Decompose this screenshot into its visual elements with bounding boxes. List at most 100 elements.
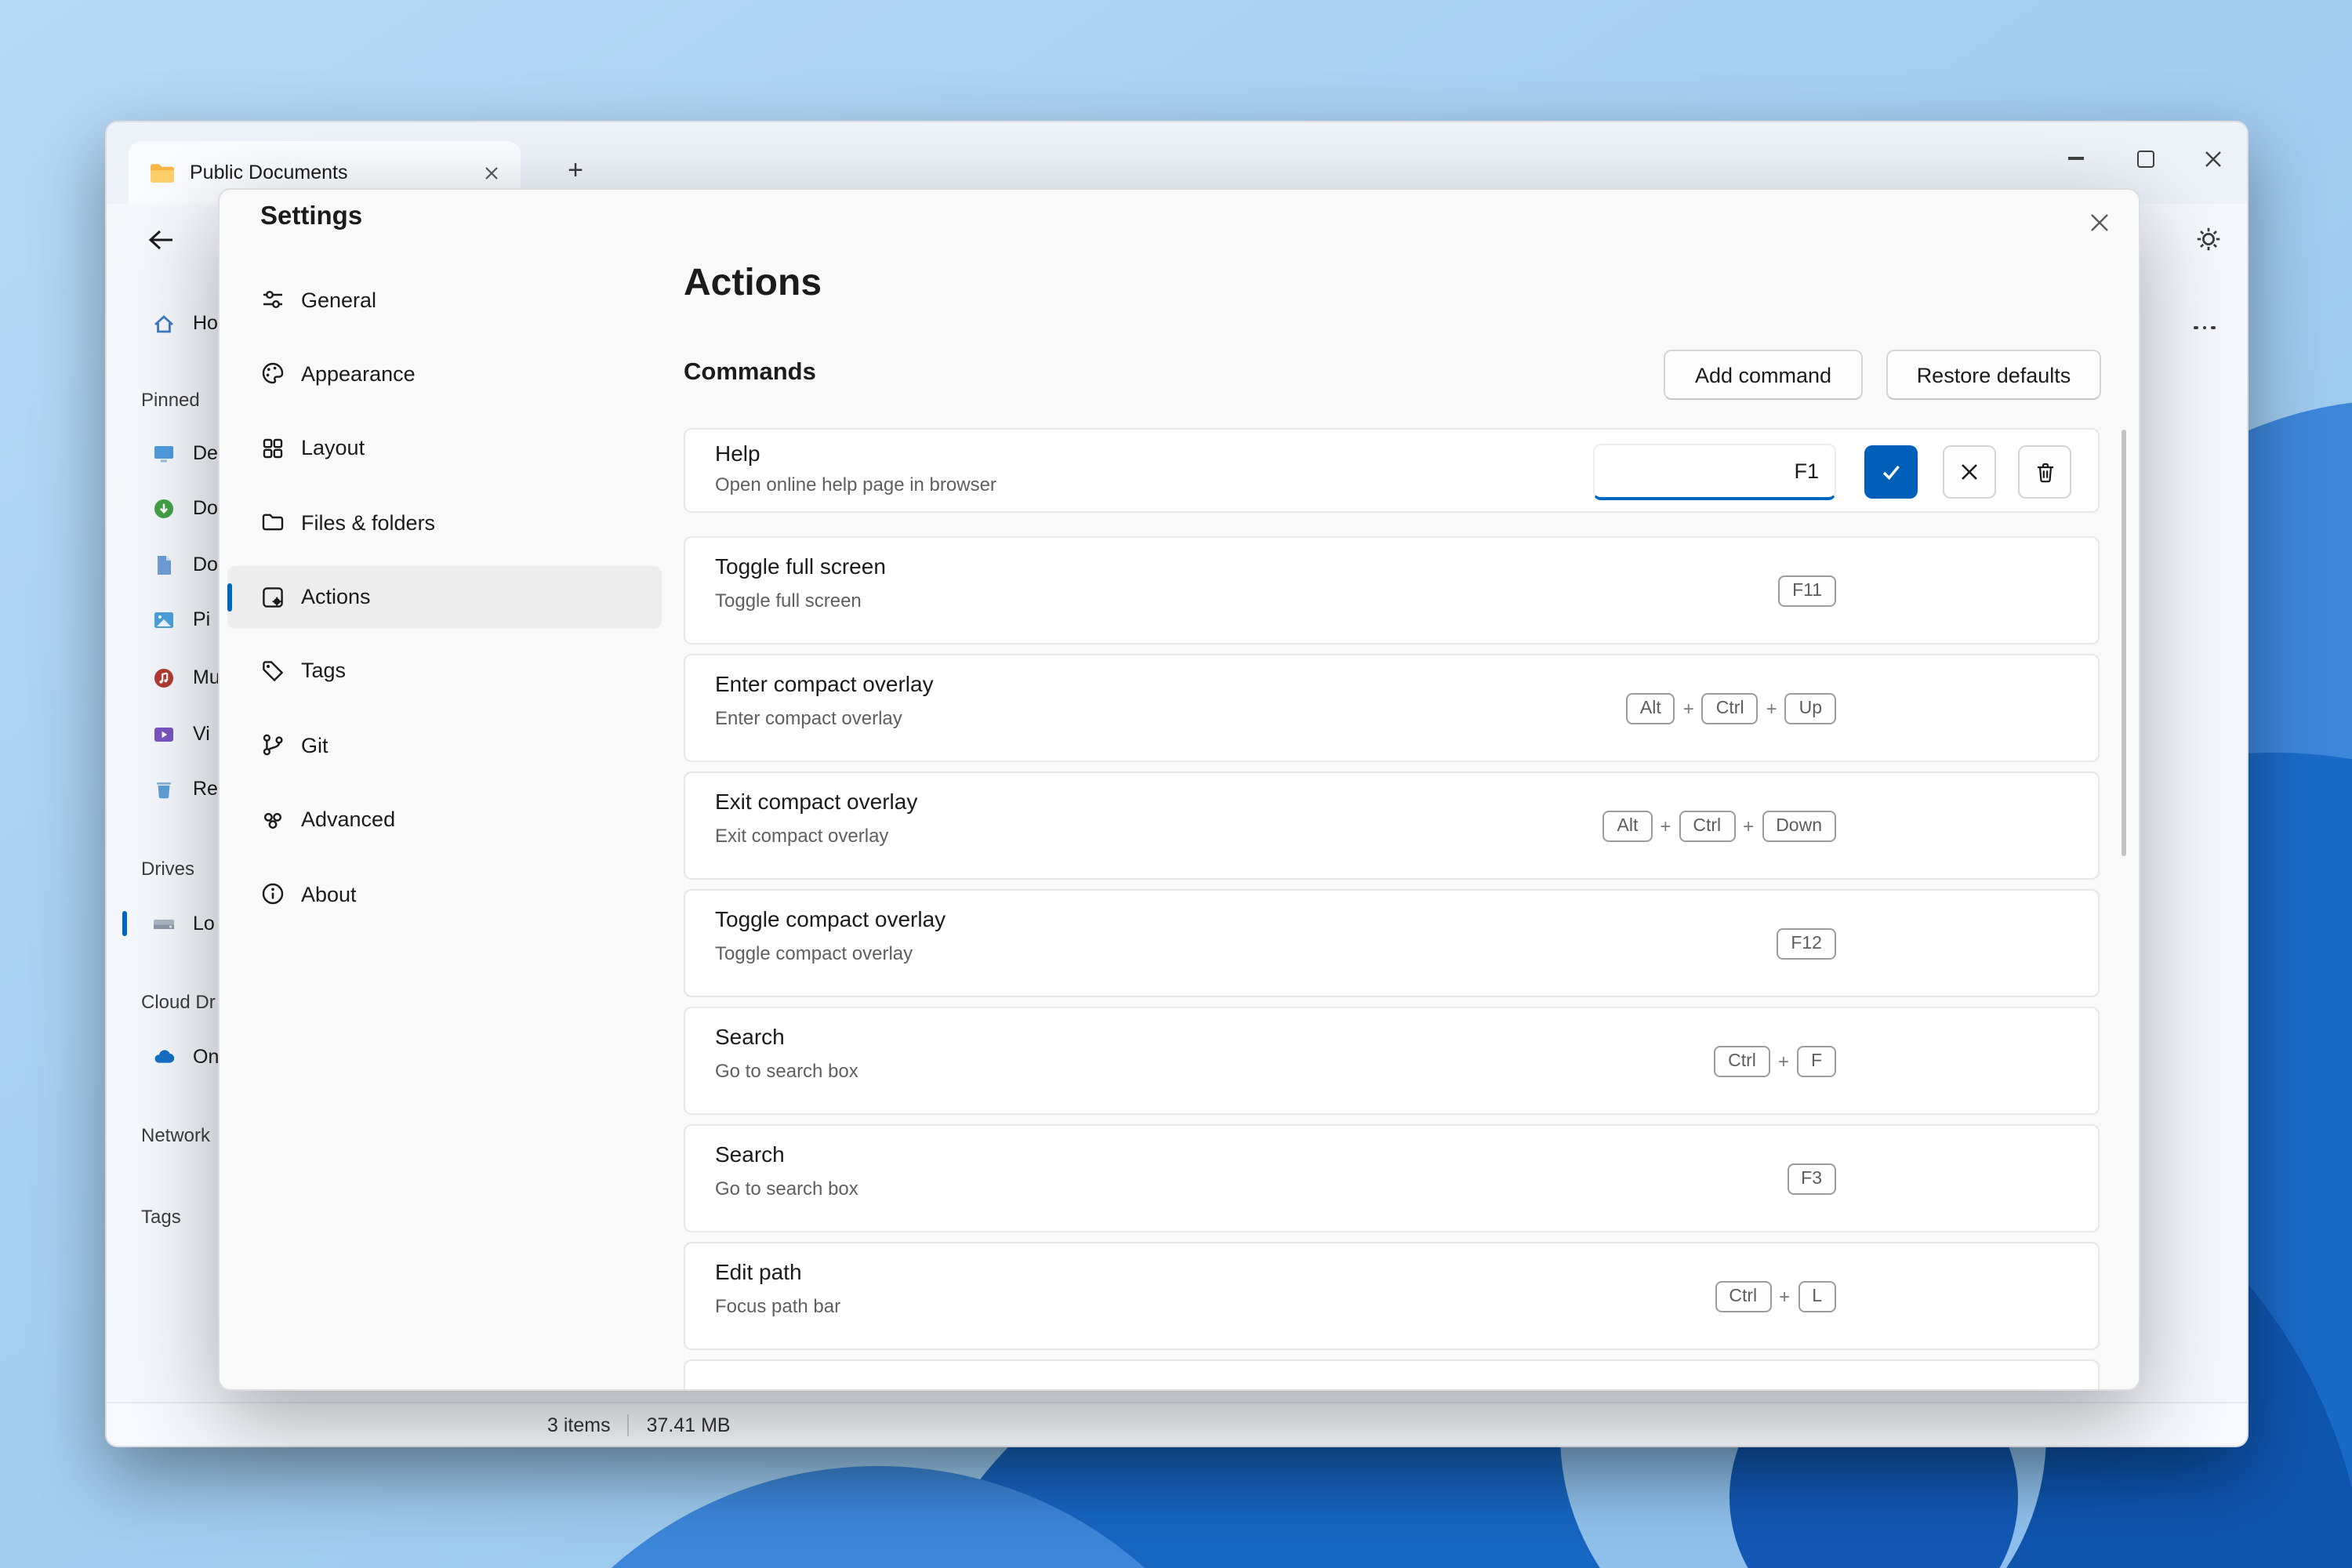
minimize-icon	[2068, 157, 2084, 160]
plus-separator: +	[1660, 815, 1671, 837]
command-keys: Alt + Ctrl + Up	[1625, 655, 1836, 760]
checkmark-icon	[1882, 465, 1900, 481]
status-bar: 3 items 37.41 MB	[107, 1402, 2247, 1446]
settings-gear-button[interactable]	[2186, 218, 2230, 259]
desktop-icon	[154, 445, 173, 462]
dialog-title: Settings	[260, 202, 363, 230]
key-chip: F	[1796, 1045, 1836, 1076]
command-row-help-editing[interactable]: Help Open online help page in browser	[684, 428, 2100, 513]
confirm-shortcut-button[interactable]	[1864, 445, 1918, 499]
local-disk-icon	[154, 919, 174, 928]
status-size: 37.41 MB	[646, 1414, 731, 1436]
key-chip: Ctrl	[1715, 1280, 1772, 1312]
command-row-search-ctrl-f[interactable]: Search Go to search box Ctrl + F	[684, 1007, 2100, 1115]
key-chip: F3	[1787, 1163, 1836, 1194]
nav-item-git[interactable]: Git	[227, 714, 662, 777]
key-chip: Ctrl	[1714, 1045, 1770, 1076]
nav-item-layout[interactable]: Layout	[227, 417, 662, 480]
videos-icon	[154, 727, 173, 741]
delete-shortcut-button[interactable]	[2018, 445, 2071, 499]
plus-separator: +	[1777, 1050, 1789, 1072]
tab-title: Public Documents	[190, 162, 348, 183]
command-keys: F3	[1787, 1126, 1836, 1231]
back-button[interactable]	[136, 220, 183, 260]
cancel-shortcut-button[interactable]	[1943, 445, 1996, 499]
restore-defaults-button[interactable]: Restore defaults	[1886, 350, 2101, 400]
ellipsis-icon	[2194, 325, 2198, 330]
scrollbar-thumb[interactable]	[2122, 430, 2126, 856]
grid-icon	[263, 438, 283, 458]
plus-separator: +	[1682, 697, 1694, 719]
command-row-toggle-compact-overlay[interactable]: Toggle compact overlay Toggle compact ov…	[684, 889, 2100, 997]
key-chip: L	[1798, 1280, 1836, 1312]
pictures-icon	[154, 612, 173, 627]
close-icon	[1962, 464, 1977, 480]
sidebar-section-pinned: Pinned	[141, 389, 200, 411]
maximize-icon	[2136, 150, 2154, 167]
back-arrow-icon	[147, 230, 172, 250]
close-icon	[2205, 151, 2220, 166]
nav-item-tags[interactable]: Tags	[227, 640, 662, 702]
key-chip: Up	[1784, 692, 1836, 724]
key-chip: Down	[1762, 810, 1836, 841]
command-row-exit-compact-overlay[interactable]: Exit compact overlay Exit compact overla…	[684, 771, 2100, 880]
command-row-toggle-full-screen[interactable]: Toggle full screen Toggle full screen F1…	[684, 536, 2100, 644]
command-keys: Alt + Ctrl + Down	[1602, 773, 1836, 878]
key-chip: F12	[1777, 927, 1836, 959]
command-keys: Ctrl + L	[1715, 1243, 1836, 1348]
folder-outline-icon	[262, 514, 284, 531]
close-icon	[2091, 214, 2108, 231]
nav-item-advanced[interactable]: Advanced	[227, 788, 662, 851]
status-divider	[627, 1414, 630, 1436]
folder-icon	[151, 163, 174, 182]
tag-icon	[263, 661, 284, 682]
command-row-enter-compact-overlay[interactable]: Enter compact overlay Enter compact over…	[684, 654, 2100, 762]
key-chip: Alt	[1602, 810, 1653, 841]
recycle-bin-icon	[157, 782, 171, 798]
command-keys: F12	[1777, 891, 1836, 996]
documents-icon	[158, 555, 171, 574]
plus-separator: +	[1779, 1285, 1791, 1307]
window-close-button[interactable]	[2178, 132, 2247, 185]
new-tab-button[interactable]: +	[555, 151, 596, 191]
command-row-search-f3[interactable]: Search Go to search box F3	[684, 1124, 2100, 1232]
onedrive-icon	[154, 1049, 175, 1062]
sidebar-section-network: Network	[141, 1124, 211, 1146]
key-chip: Ctrl	[1679, 810, 1736, 841]
plus-separator: +	[1766, 697, 1777, 719]
command-subtitle: Open online help page in browser	[715, 474, 996, 495]
desktop: Public Documents + Ho Pinned De Do Do Pi…	[0, 0, 2352, 1568]
command-keys: F11	[1778, 538, 1836, 643]
settings-nav: General Appearance Layout Files & folder…	[227, 268, 662, 925]
info-icon	[262, 884, 284, 905]
sliders-icon	[263, 290, 282, 309]
actions-icon	[263, 586, 283, 607]
command-row-edit-path[interactable]: Edit path Focus path bar Ctrl + L	[684, 1242, 2100, 1350]
window-minimize-button[interactable]	[2042, 132, 2111, 185]
commands-section-label: Commands	[684, 359, 816, 386]
shortcut-input[interactable]	[1593, 444, 1836, 500]
tab-close-icon[interactable]	[474, 155, 508, 190]
nav-item-appearance[interactable]: Appearance	[227, 343, 662, 405]
downloads-icon	[154, 499, 173, 517]
window-maximize-button[interactable]	[2111, 132, 2180, 185]
nav-item-about[interactable]: About	[227, 862, 662, 925]
nav-item-files-folders[interactable]: Files & folders	[227, 491, 662, 554]
music-icon	[154, 668, 173, 687]
status-item-count: 3 items	[547, 1414, 611, 1436]
nav-item-general[interactable]: General	[227, 268, 662, 331]
plus-separator: +	[1743, 815, 1755, 837]
nav-item-actions[interactable]: Actions	[227, 565, 662, 629]
page-title: Actions	[684, 262, 822, 304]
add-command-button[interactable]: Add command	[1664, 350, 1863, 400]
palette-icon	[262, 363, 284, 384]
sidebar-section-cloud-drives: Cloud Dr	[141, 991, 216, 1013]
key-chip: Ctrl	[1701, 692, 1759, 724]
dialog-close-button[interactable]	[2073, 199, 2126, 246]
gear-icon	[2196, 227, 2220, 250]
key-chip: F11	[1778, 575, 1836, 606]
git-branch-icon	[263, 735, 283, 757]
home-icon	[154, 314, 173, 332]
more-options-button[interactable]	[2180, 309, 2230, 347]
command-row-partial[interactable]	[684, 1359, 2100, 1389]
